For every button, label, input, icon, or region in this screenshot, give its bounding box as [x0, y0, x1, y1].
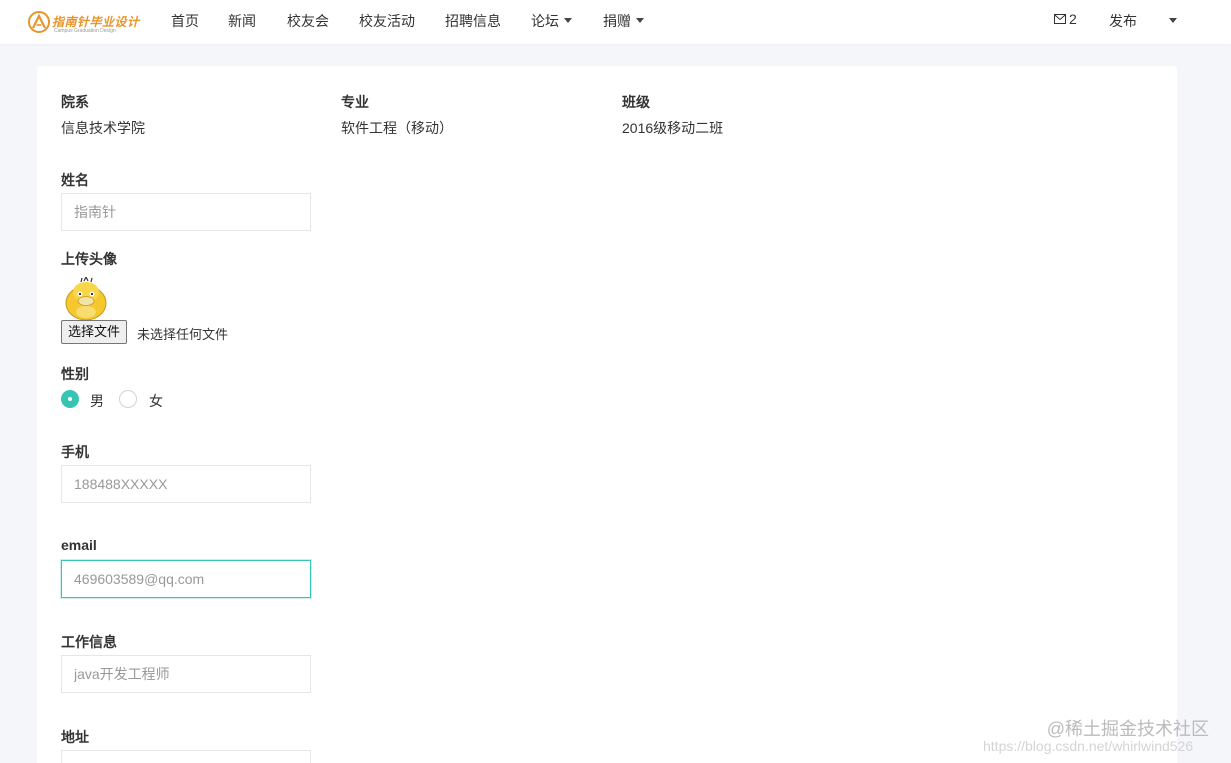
job-info-input[interactable]	[61, 655, 311, 693]
nav-recruitment[interactable]: 招聘信息	[445, 11, 501, 31]
nav-alumni-activities[interactable]: 校友活动	[359, 11, 415, 31]
department-label: 院系	[61, 94, 89, 110]
mail-icon	[1054, 14, 1066, 25]
avatar-label: 上传头像	[61, 251, 117, 267]
major-label: 专业	[341, 94, 369, 110]
avatar-image	[65, 277, 107, 321]
class-label: 班级	[622, 94, 650, 110]
nav-forum[interactable]: 论坛	[531, 11, 572, 31]
chevron-down-icon	[564, 17, 572, 23]
class-value: 2016级移动二班	[622, 120, 724, 136]
message-count: 2	[1069, 11, 1077, 27]
nav-news[interactable]: 新闻	[228, 11, 256, 31]
logo-subtitle: Campus Graduation Design	[54, 28, 116, 34]
email-input[interactable]	[61, 560, 311, 598]
name-input[interactable]	[61, 193, 311, 231]
chevron-down-icon	[1169, 17, 1177, 23]
messages-link[interactable]: 2	[1054, 11, 1077, 27]
gender-male-radio[interactable]	[61, 390, 79, 408]
logo-icon	[28, 11, 50, 33]
email-label: email	[61, 537, 97, 553]
top-navbar: 指南针毕业设计 Campus Graduation Design 首页 新闻 校…	[0, 0, 1231, 44]
profile-form-card: 院系 信息技术学院 专业 软件工程（移动） 班级 2016级移动二班 姓名 上传…	[37, 66, 1177, 763]
user-menu-toggle[interactable]	[1164, 13, 1177, 29]
choose-file-button[interactable]: 选择文件	[61, 320, 128, 344]
nav-donation[interactable]: 捐赠	[603, 11, 644, 31]
gender-male-label[interactable]: 男	[90, 391, 104, 411]
gender-female-radio[interactable]	[119, 390, 137, 408]
address-label: 地址	[61, 729, 89, 745]
gender-label: 性别	[61, 366, 89, 382]
address-input[interactable]	[61, 750, 311, 763]
site-logo[interactable]: 指南针毕业设计 Campus Graduation Design	[28, 9, 139, 37]
phone-label: 手机	[61, 444, 89, 460]
job-info-label: 工作信息	[61, 634, 117, 650]
file-status-text: 未选择任何文件	[137, 327, 229, 342]
publish-button[interactable]: 发布	[1109, 11, 1137, 31]
major-value: 软件工程（移动）	[341, 120, 453, 136]
nav-alumni-association[interactable]: 校友会	[287, 11, 329, 31]
department-value: 信息技术学院	[61, 120, 145, 136]
nav-donation-label: 捐赠	[603, 13, 631, 29]
watermark-text: @稀土掘金技术社区	[1046, 719, 1209, 739]
gender-female-label[interactable]: 女	[149, 391, 163, 411]
phone-input[interactable]	[61, 465, 311, 503]
nav-home[interactable]: 首页	[171, 11, 199, 31]
nav-forum-label: 论坛	[531, 13, 559, 29]
chevron-down-icon	[636, 17, 644, 23]
name-label: 姓名	[61, 172, 89, 188]
